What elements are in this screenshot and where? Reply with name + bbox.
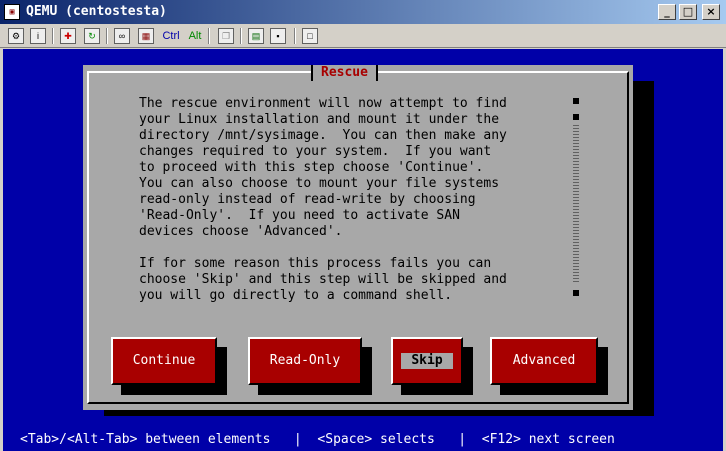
scroll-track[interactable] <box>573 124 579 284</box>
advanced-button-label: Advanced <box>512 353 576 368</box>
help-status-line: <Tab>/<Alt-Tab> between elements | <Spac… <box>20 432 615 447</box>
reset-icon[interactable]: ✚ <box>60 28 76 44</box>
dialog-body-text: The rescue environment will now attempt … <box>139 96 507 303</box>
scroll-up-arrow[interactable] <box>573 98 579 104</box>
advanced-button[interactable]: Advanced <box>490 337 598 385</box>
window-title: QEMU (centostesta) <box>26 4 167 19</box>
text-scrollbar[interactable] <box>572 96 580 301</box>
toolbar-separator <box>294 28 296 44</box>
refresh-icon[interactable]: ↻ <box>84 28 100 44</box>
toolbar-separator <box>240 28 242 44</box>
read-only-button-label: Read-Only <box>269 353 341 368</box>
read-only-button[interactable]: Read-Only <box>248 337 362 385</box>
alt-key-button[interactable]: Alt <box>186 28 204 44</box>
minimize-button[interactable]: _ <box>658 4 676 20</box>
continue-button[interactable]: Continue <box>111 337 217 385</box>
screenshot-icon[interactable]: ▤ <box>248 28 264 44</box>
toolbar-separator <box>52 28 54 44</box>
scroll-down-arrow[interactable] <box>573 290 579 296</box>
close-button[interactable]: × <box>702 4 720 20</box>
scroll-thumb[interactable] <box>573 114 579 120</box>
dialog-title: Rescue <box>311 65 378 81</box>
vm-screen[interactable]: Rescue The rescue environment will now a… <box>3 49 723 451</box>
copy-icon[interactable]: ❐ <box>218 28 234 44</box>
rescue-dialog: Rescue The rescue environment will now a… <box>83 65 633 410</box>
skip-button-label: Skip <box>401 353 453 369</box>
link-icon[interactable]: ∞ <box>114 28 130 44</box>
fullscreen-icon[interactable]: □ <box>302 28 318 44</box>
ctrl-key-button[interactable]: Ctrl <box>160 28 182 44</box>
toolbar: ⚙ i ✚ ↻ ∞ ▦ Ctrl Alt ❐ ▤ ▪ □ <box>0 24 726 48</box>
toolbar-separator <box>208 28 210 44</box>
settings-icon[interactable]: ⚙ <box>8 28 24 44</box>
maximize-button[interactable]: □ <box>679 4 697 20</box>
save-icon[interactable]: ▪ <box>270 28 286 44</box>
toolbar-separator <box>106 28 108 44</box>
qemu-app-icon[interactable]: ▣ <box>4 4 20 20</box>
window-titlebar[interactable]: ▣ QEMU (centostesta) _ □ × <box>0 0 726 24</box>
skip-button[interactable]: Skip <box>391 337 463 385</box>
continue-button-label: Continue <box>132 353 196 368</box>
info-icon[interactable]: i <box>30 28 46 44</box>
keyboard-icon[interactable]: ▦ <box>138 28 154 44</box>
